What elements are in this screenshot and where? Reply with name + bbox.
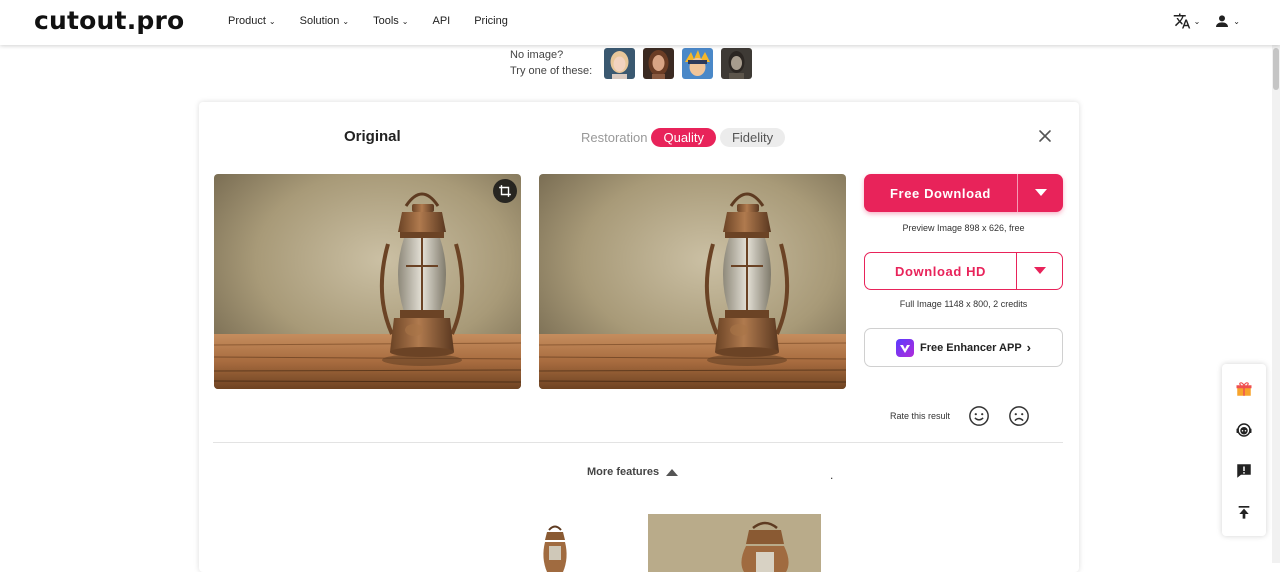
feedback-icon (1237, 463, 1251, 478)
gift-icon (1236, 381, 1252, 396)
main-nav: Product ⌄ Solution ⌄ Tools ⌄ API Pricing (228, 15, 532, 27)
sample-thumbnail[interactable] (721, 47, 753, 79)
chevron-down-icon: ⌄ (268, 17, 276, 26)
sample-thumbnail[interactable] (643, 47, 675, 79)
nav-tools-label: Tools (373, 15, 399, 27)
mode-selector: Restoration Quality Fidelity (581, 128, 789, 147)
header-actions: ⌄ ⌄ (1173, 12, 1240, 30)
free-enhancer-app-button[interactable]: Free Enhancer APP › (864, 328, 1063, 367)
caret-down-icon (1033, 267, 1046, 274)
user-icon (1216, 15, 1229, 27)
logo[interactable]: cutout.pro (34, 6, 184, 35)
floating-toolbar (1222, 364, 1266, 536)
rate-label: Rate this result (890, 411, 951, 421)
back-to-top-icon (1238, 505, 1250, 519)
download-hd-dropdown[interactable] (1016, 253, 1062, 289)
free-download-dropdown[interactable] (1017, 174, 1063, 212)
support-agent-icon (1236, 422, 1252, 437)
chevron-down-icon: ⌄ (401, 17, 409, 26)
download-hd-button[interactable]: Download HD (864, 252, 1063, 290)
divider (213, 442, 1063, 443)
support-button[interactable] (1234, 420, 1254, 440)
feedback-button[interactable] (1234, 461, 1254, 481)
sample-thumbnail[interactable] (604, 47, 636, 79)
nav-product-label: Product (228, 15, 266, 27)
nav-pricing[interactable]: Pricing (474, 15, 508, 27)
restoration-label: Restoration (581, 130, 648, 145)
preview-image-note: Preview Image 898 x 626, free (902, 223, 1025, 233)
caret-down-icon (1034, 189, 1047, 196)
nav-api-label: API (432, 15, 451, 27)
more-features-toggle[interactable]: More features (587, 466, 679, 478)
download-hd-label[interactable]: Download HD (865, 253, 1016, 289)
translate-icon (1173, 13, 1190, 29)
sample-images: No image? Try one of these: (510, 47, 760, 79)
chevron-right-icon: › (1026, 340, 1032, 355)
top-navbar: cutout.pro Product ⌄ Solution ⌄ Tools ⌄ … (0, 0, 1280, 45)
sample-prompt-line2: Try one of these: (510, 65, 593, 77)
nav-product[interactable]: Product ⌄ (228, 15, 276, 27)
sample-prompt: No image? Try one of these: (510, 47, 592, 79)
original-image (214, 174, 521, 389)
nav-solution[interactable]: Solution ⌄ (300, 15, 349, 27)
rate-result: Rate this result (890, 405, 1048, 427)
chevron-down-icon: ⌄ (1193, 16, 1201, 26)
chevron-down-icon: ⌄ (1233, 16, 1240, 26)
scrollbar-thumb[interactable] (1273, 48, 1279, 90)
nav-api[interactable]: API (432, 15, 450, 27)
mode-quality-pill[interactable]: Quality (651, 128, 716, 147)
nav-pricing-label: Pricing (474, 15, 508, 27)
result-image (539, 174, 846, 389)
sample-prompt-line1: No image? (510, 49, 564, 61)
feature-thumbnail[interactable] (648, 514, 821, 572)
nav-tools[interactable]: Tools ⌄ (373, 15, 408, 27)
gift-button[interactable] (1234, 379, 1254, 399)
account-menu[interactable]: ⌄ (1214, 13, 1240, 29)
sample-thumbnail[interactable] (682, 47, 714, 79)
happy-face-icon[interactable] (968, 405, 990, 427)
caret-up-icon (666, 469, 679, 476)
sad-face-icon[interactable] (1008, 405, 1030, 427)
free-download-label[interactable]: Free Download (864, 174, 1017, 212)
feature-thumbnail[interactable] (529, 522, 579, 572)
language-selector[interactable]: ⌄ (1173, 12, 1201, 30)
back-to-top-button[interactable] (1234, 502, 1254, 522)
more-features-label: More features (587, 466, 660, 478)
full-image-note: Full Image 1148 x 800, 2 credits (899, 299, 1028, 309)
close-button[interactable] (1037, 128, 1053, 144)
mode-fidelity-pill[interactable]: Fidelity (719, 128, 786, 147)
original-label: Original (344, 128, 401, 145)
editor-card: Original Restoration Quality Fidelity Fr… (199, 102, 1079, 572)
page-scrollbar[interactable] (1272, 45, 1280, 563)
app-logo-icon (895, 338, 914, 357)
free-download-button[interactable]: Free Download (864, 174, 1063, 212)
nav-solution-label: Solution (299, 15, 340, 27)
crop-button[interactable] (493, 179, 517, 203)
close-icon (1039, 130, 1051, 142)
chevron-down-icon: ⌄ (342, 17, 350, 26)
free-enhancer-app-label: Free Enhancer APP (919, 341, 1022, 354)
crop-icon (499, 185, 511, 197)
dot-text: . (830, 468, 834, 482)
